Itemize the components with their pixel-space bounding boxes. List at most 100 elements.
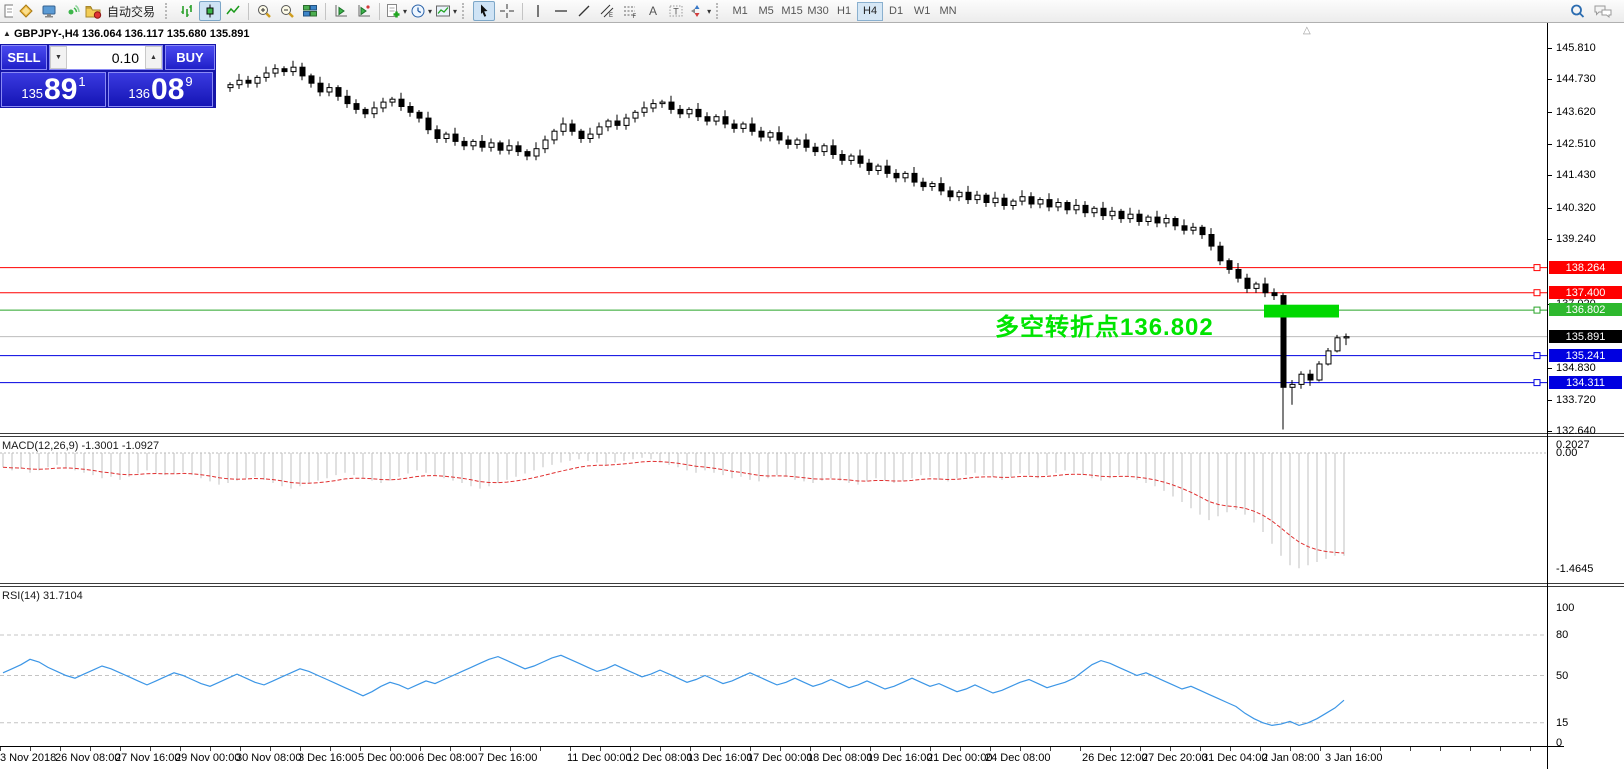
timeframe-MN[interactable]: MN: [935, 2, 961, 21]
profile-next-button[interactable]: [353, 1, 375, 21]
toolbar-separator: [248, 2, 250, 20]
new-order-button[interactable]: [15, 1, 37, 21]
price-tick: [1547, 239, 1552, 240]
text-icon: A: [649, 4, 657, 18]
candle-body: [1271, 292, 1278, 297]
volume-input[interactable]: [67, 46, 145, 69]
line-chart-button[interactable]: [222, 1, 244, 21]
time-tick: [1200, 747, 1201, 751]
time-tick: [90, 747, 91, 751]
time-tick: [810, 747, 811, 751]
periods-button[interactable]: ▾: [409, 1, 433, 21]
price-tick: [1547, 368, 1552, 369]
candle-body: [830, 145, 837, 156]
highlight-rectangle[interactable]: [1264, 304, 1339, 318]
signal-button[interactable]: [61, 1, 83, 21]
candle-body: [1001, 197, 1008, 206]
timeframe-M30[interactable]: M30: [805, 2, 831, 21]
candle-body: [443, 133, 450, 139]
zoom-in-button[interactable]: [253, 1, 275, 21]
svg-text:A: A: [649, 4, 657, 18]
bar-chart-button[interactable]: [176, 1, 198, 21]
chart-annotation-text[interactable]: 多空转折点136.802: [995, 307, 1214, 342]
chart-window[interactable]: 145.810 144.730 143.620 142.510 141.430 140.3…: [0, 23, 1624, 769]
candle-body: [461, 140, 468, 147]
sell-price-pip: 1: [78, 74, 86, 89]
candle-body: [767, 132, 774, 138]
timeframe-D1[interactable]: D1: [883, 2, 909, 21]
candle-body: [641, 107, 648, 113]
level-handle[interactable]: [1533, 352, 1541, 360]
clock-icon: [411, 4, 425, 18]
sell-price-display[interactable]: 135 89 1: [1, 72, 106, 107]
channel-tool-button[interactable]: E: [596, 1, 618, 21]
candle-body: [1055, 202, 1062, 208]
candlestick-chart-button[interactable]: [199, 1, 222, 21]
price-tick: [1547, 48, 1552, 49]
rsi-pane[interactable]: [0, 587, 1547, 746]
macd-pane[interactable]: [0, 437, 1547, 583]
indicators-button[interactable]: ▾: [384, 1, 408, 21]
fibonacci-tool-button[interactable]: F: [619, 1, 641, 21]
macd-scale-label: 0.00: [1556, 447, 1578, 459]
autotrading-button[interactable]: 自动交易: [84, 1, 161, 21]
level-handle[interactable]: [1533, 289, 1541, 297]
dropdown-caret-icon: ▾: [707, 6, 712, 16]
autotrading-icon: [85, 6, 102, 19]
text-tool-button[interactable]: A: [642, 1, 664, 21]
clipped-toolbar-icon[interactable]: [2, 1, 14, 21]
vertical-line-tool-button[interactable]: [527, 1, 549, 21]
scroll-to-end-icon[interactable]: △: [1303, 25, 1311, 36]
time-label: 3 Dec 16:00: [298, 752, 358, 764]
timeframe-H1[interactable]: H1: [831, 2, 857, 21]
candle-body: [515, 145, 522, 153]
price-tick: [1547, 175, 1552, 176]
cursor-tool-button[interactable]: [473, 1, 496, 21]
tile-windows-icon: [303, 5, 318, 17]
time-tick: [240, 747, 241, 751]
zoom-out-button[interactable]: [276, 1, 298, 21]
level-handle[interactable]: [1533, 379, 1541, 387]
profile-previous-button[interactable]: [330, 1, 352, 21]
market-watch-button[interactable]: [38, 1, 60, 21]
crosshair-tool-button[interactable]: [496, 1, 518, 21]
timeframe-M15[interactable]: M15: [779, 2, 805, 21]
candle-body: [902, 172, 909, 179]
volume-decrease-button[interactable]: ▼: [50, 46, 67, 69]
candle-body: [1244, 277, 1251, 289]
trendline-tool-button[interactable]: [573, 1, 595, 21]
arrows-tool-button[interactable]: ▾: [688, 1, 712, 21]
timeframe-M1[interactable]: M1: [727, 2, 753, 21]
price-tick: [1547, 208, 1552, 209]
candle-body: [605, 120, 612, 128]
time-tick: [300, 747, 301, 751]
time-tick: [930, 747, 931, 751]
svg-text:E: E: [609, 13, 613, 19]
text-label-tool-button[interactable]: T: [665, 1, 687, 21]
main-price-pane[interactable]: [0, 23, 1547, 433]
candle-body: [875, 165, 882, 172]
timeframe-W1[interactable]: W1: [909, 2, 935, 21]
timeframe-H4[interactable]: H4: [857, 1, 884, 21]
timeframe-M5[interactable]: M5: [753, 2, 779, 21]
search-button[interactable]: [1566, 1, 1588, 21]
time-tick: [150, 747, 151, 751]
horizontal-line-tool-button[interactable]: [550, 1, 572, 21]
chart-title: GBPJPY-,H4 136.064 136.117 135.680 135.8…: [14, 28, 250, 40]
level-handle[interactable]: [1533, 264, 1541, 272]
chat-button[interactable]: [1592, 1, 1614, 21]
candle-body: [884, 165, 891, 174]
rsi-indicator-label: RSI(14) 31.7104: [2, 590, 83, 602]
sell-button[interactable]: SELL: [1, 45, 47, 70]
volume-increase-button[interactable]: ▲: [145, 46, 162, 69]
tile-windows-button[interactable]: [299, 1, 321, 21]
time-label: 13 Dec 16:00: [687, 752, 753, 764]
buy-button[interactable]: BUY: [165, 45, 215, 70]
rsi-line: [2, 654, 1345, 727]
trade-panel-collapse-icon[interactable]: ▲: [3, 29, 11, 38]
buy-price-display[interactable]: 136 08 9: [108, 72, 213, 107]
templates-button[interactable]: ▾: [434, 1, 458, 21]
candle-body: [983, 194, 990, 203]
time-tick: [1290, 747, 1291, 751]
level-handle[interactable]: [1533, 306, 1541, 314]
